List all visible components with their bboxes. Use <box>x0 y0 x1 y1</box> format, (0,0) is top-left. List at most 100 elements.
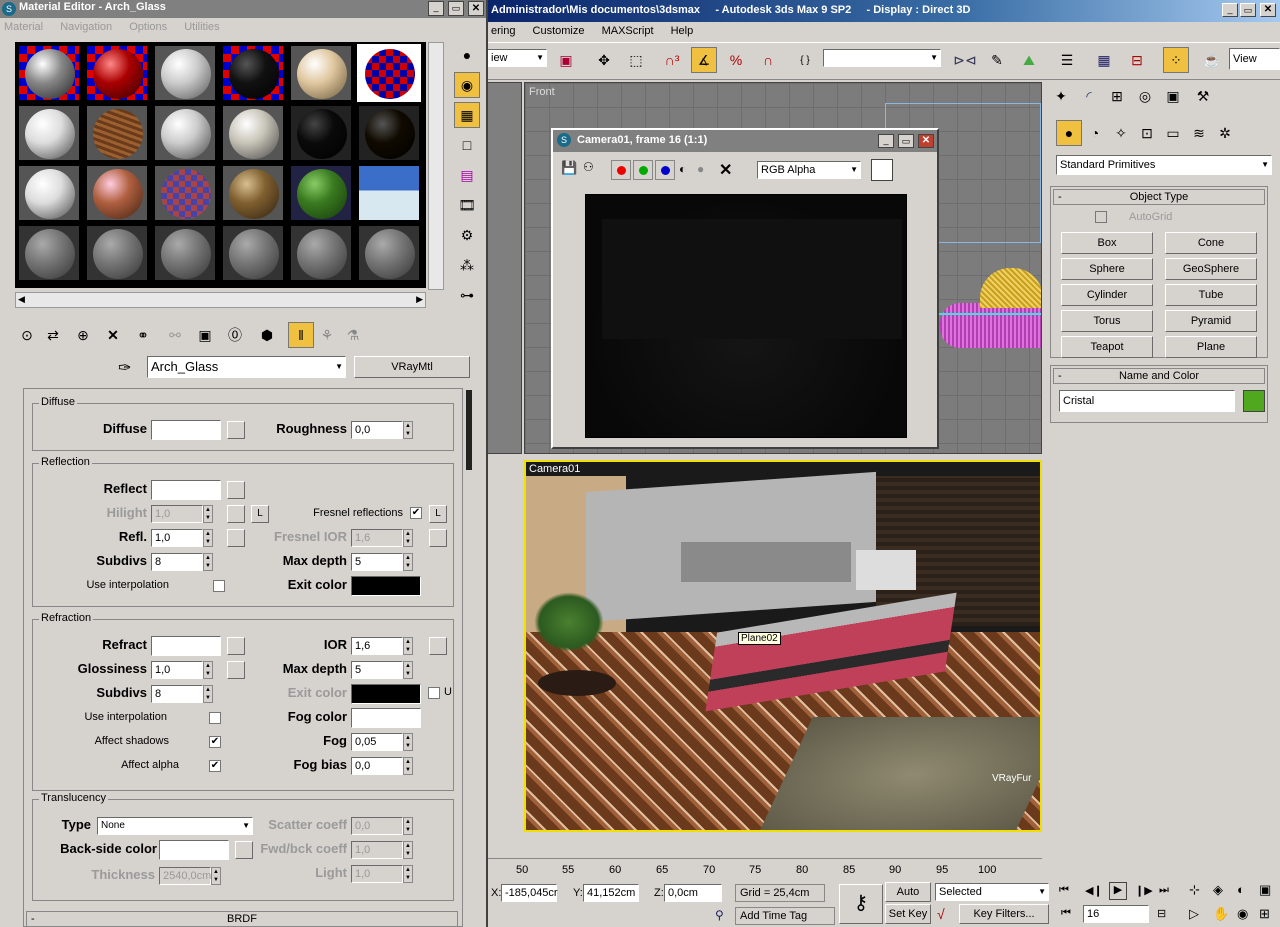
light-mult-spinner[interactable]: ▲ ▼ <box>403 865 413 883</box>
layer-icon[interactable]: ⛰ <box>1016 47 1042 73</box>
autogrid-checkbox[interactable] <box>1095 211 1107 223</box>
object-name-field[interactable]: Cristal <box>1059 390 1235 412</box>
schematic-view-icon[interactable]: ⊟ <box>1124 47 1150 73</box>
get-material-icon[interactable]: ⊙ <box>14 322 40 348</box>
sample-slot-13[interactable] <box>17 164 81 222</box>
sample-slot-23[interactable] <box>289 224 353 282</box>
timeline-ruler[interactable]: 50 55 60 65 70 75 80 85 90 95 100 <box>487 858 1042 878</box>
main-close-button[interactable]: ✕ <box>1260 3 1276 17</box>
sample-slot-1[interactable] <box>17 44 81 102</box>
sample-slot-11[interactable] <box>289 104 353 162</box>
render-maximize-button[interactable]: ▭ <box>898 134 914 148</box>
fresnel-checkbox[interactable]: ✔ <box>410 507 422 519</box>
ior-field[interactable]: 1,6 <box>351 637 403 655</box>
mirror-icon[interactable]: ⊳⊲ <box>952 47 978 73</box>
params-scrollbar[interactable] <box>466 390 472 470</box>
sample-type-icon[interactable]: ● <box>454 42 480 68</box>
lights-icon[interactable]: ✧ <box>1108 120 1134 146</box>
assign-to-selection-icon[interactable]: ⊕ <box>70 322 96 348</box>
brdf-rollout-header[interactable]: - BRDF <box>26 911 458 926</box>
utilities-tab-icon[interactable]: ⚒ <box>1190 83 1216 109</box>
red-channel-icon[interactable] <box>611 160 631 180</box>
sample-slot-2[interactable] <box>85 44 149 102</box>
glossiness-field[interactable]: 1,0 <box>151 661 203 679</box>
render-close-button[interactable]: ✕ <box>918 134 934 148</box>
plane-button[interactable]: Plane <box>1165 336 1257 358</box>
sample-slot-22[interactable] <box>221 224 285 282</box>
snap-3d-icon[interactable]: ∩³ <box>659 47 685 73</box>
make-preview-icon[interactable]: 🎞 <box>454 192 480 218</box>
dolly-icon[interactable]: ◉ <box>1237 906 1248 922</box>
cylinder-button[interactable]: Cylinder <box>1061 284 1153 306</box>
refract-map-button[interactable] <box>227 637 245 655</box>
scatter-coeff-field[interactable]: 0,0 <box>351 817 403 835</box>
translucency-type-dropdown[interactable]: None ▼ <box>97 817 253 835</box>
object-color-swatch[interactable] <box>1243 390 1265 412</box>
create-tab-icon[interactable]: ✦ <box>1048 83 1074 109</box>
time-tag-icon[interactable]: ⚲ <box>715 908 724 922</box>
material-editor-icon[interactable]: ⁘ <box>1163 47 1189 73</box>
refl-field[interactable]: 1,0 <box>151 529 203 547</box>
mat-menu-utilities[interactable]: Utilities <box>184 21 219 33</box>
make-copy-icon[interactable]: ⚭ <box>130 322 156 348</box>
sample-slot-8[interactable] <box>85 104 149 162</box>
angle-snap-icon[interactable]: ∡ <box>691 47 717 73</box>
hilight-spinner[interactable]: ▲ ▼ <box>203 505 213 523</box>
show-end-result-icon[interactable]: ‖ <box>288 322 314 348</box>
refl-subdivs-spinner[interactable]: ▲ ▼ <box>203 553 213 571</box>
refr-exit-color-swatch[interactable] <box>351 684 421 704</box>
select-move-icon[interactable]: ✥ <box>591 47 617 73</box>
slots-hscrollbar[interactable]: ◀ ▶ <box>15 292 426 308</box>
teapot-button[interactable]: Teapot <box>1061 336 1153 358</box>
blue-channel-icon[interactable] <box>655 160 675 180</box>
object-type-header[interactable]: - Object Type <box>1053 189 1265 205</box>
glossiness-map-button[interactable] <box>227 661 245 679</box>
material-name-field[interactable]: Arch_Glass ▼ <box>147 356 346 378</box>
fwd-bck-coeff-field[interactable]: 1,0 <box>351 841 403 859</box>
thickness-spinner[interactable]: ▲ ▼ <box>211 867 221 885</box>
sample-slot-17[interactable] <box>289 164 353 222</box>
align-icon[interactable]: ✎ <box>984 47 1010 73</box>
glossiness-spinner[interactable]: ▲ ▼ <box>203 661 213 679</box>
x-coord-field[interactable]: -185,045cr <box>501 884 558 902</box>
refr-interp-checkbox[interactable] <box>209 712 221 724</box>
uv-tiling-icon[interactable]: □ <box>454 132 480 158</box>
main-maximize-button[interactable]: ▭ <box>1240 3 1256 17</box>
min-max-toggle-icon[interactable]: ⊞ <box>1259 906 1270 922</box>
hilight-map-button[interactable] <box>227 505 245 523</box>
fog-bias-spinner[interactable]: ▲ ▼ <box>403 757 413 775</box>
reflect-map-button[interactable] <box>227 481 245 499</box>
scroll-right-icon[interactable]: ▶ <box>416 294 423 305</box>
select-by-name-icon[interactable]: ▣ <box>553 47 579 73</box>
sample-slot-15[interactable] <box>153 164 217 222</box>
sample-slot-19[interactable] <box>17 224 81 282</box>
spinner-snap-icon[interactable]: ∩ <box>755 47 781 73</box>
play-icon[interactable]: ▶ <box>1109 882 1127 900</box>
fov-icon[interactable]: ▷ <box>1189 906 1199 922</box>
render-minimize-button[interactable]: _ <box>878 134 894 148</box>
clone-icon[interactable]: ⚇ <box>583 160 594 174</box>
diffuse-color-swatch[interactable] <box>151 420 221 440</box>
slots-vscrollbar[interactable] <box>428 42 444 290</box>
affect-alpha-checkbox[interactable]: ✔ <box>209 760 221 772</box>
display-tab-icon[interactable]: ▣ <box>1160 83 1186 109</box>
material-type-button[interactable]: VRayMtl <box>354 356 470 378</box>
refl-subdivs-field[interactable]: 8 <box>151 553 203 571</box>
sample-slot-5[interactable] <box>289 44 353 102</box>
current-frame-field[interactable]: 16 <box>1083 905 1149 923</box>
put-to-scene-icon[interactable]: ⇄ <box>40 322 66 348</box>
material-effects-icon[interactable]: ⓪ <box>222 322 248 348</box>
systems-icon[interactable]: ✲ <box>1212 120 1238 146</box>
render-scene-icon[interactable]: ☕ <box>1199 47 1225 73</box>
goto-start-icon[interactable]: ⏮ <box>1059 884 1069 897</box>
percent-snap-icon[interactable]: % <box>723 47 749 73</box>
render-type-view[interactable]: View <box>1229 48 1280 70</box>
sample-slot-16[interactable] <box>221 164 285 222</box>
zoom-all-icon[interactable]: ◈ <box>1213 882 1223 898</box>
refl-interp-checkbox[interactable] <box>213 580 225 592</box>
set-key-key-icon[interactable]: ⚷ <box>839 884 883 924</box>
options-icon[interactable]: ⚙ <box>454 222 480 248</box>
refr-subdivs-field[interactable]: 8 <box>151 685 203 703</box>
put-to-library-icon[interactable]: ▣ <box>192 322 218 348</box>
hierarchy-tab-icon[interactable]: ⊞ <box>1104 83 1130 109</box>
